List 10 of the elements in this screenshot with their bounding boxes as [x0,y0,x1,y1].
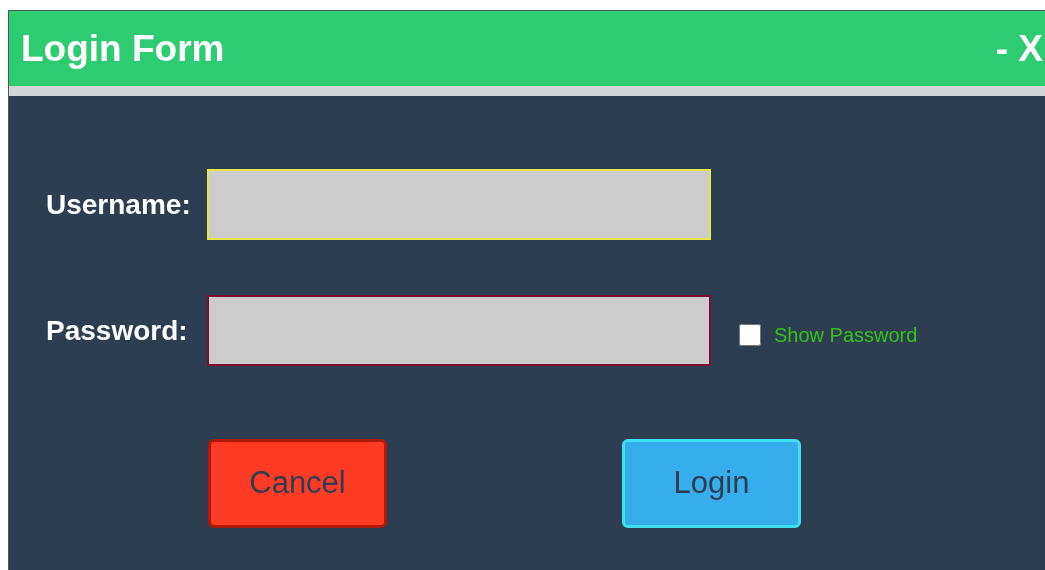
login-button[interactable]: Login [622,439,801,528]
window-title: Login Form [21,26,225,71]
checkbox-label: Show Password [774,322,918,348]
password-field[interactable] [207,295,711,366]
show-password-checkbox[interactable] [739,323,761,346]
field-label: Username: [45,187,192,222]
username-field[interactable] [207,169,711,240]
field-label: Password: [45,313,189,348]
window-controls[interactable]: - X [995,20,1043,77]
cancel-button[interactable]: Cancel [208,439,387,528]
